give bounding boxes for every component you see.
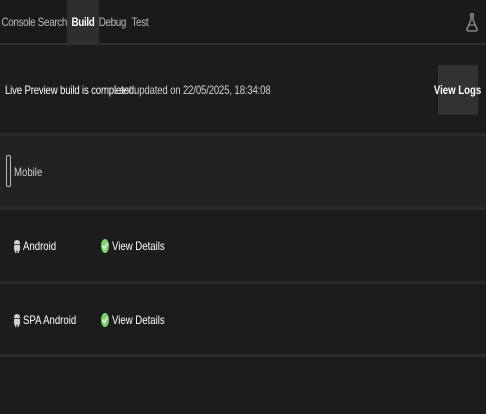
tab-test[interactable]: Test	[126, 0, 154, 43]
mobile-section-header	[0, 136, 486, 208]
last-updated-text: Last updated on 22/05/2025, 18:34:08	[114, 83, 271, 97]
view-logs-button[interactable]: View Logs	[434, 65, 482, 115]
tab-debug[interactable]: Debug	[96, 0, 129, 43]
divider	[0, 354, 486, 357]
check-circle-icon	[101, 238, 109, 254]
view-logs-label: View Logs	[434, 83, 482, 97]
platform-label: SPA Android	[23, 313, 77, 327]
view-details-link[interactable]: View Details	[112, 239, 165, 253]
build-panel: Console Search Build Debug Test Live Pre…	[0, 0, 486, 414]
flask-icon[interactable]	[464, 12, 480, 34]
platform-label: Android	[23, 239, 57, 253]
tab-bar: Console Search Build Debug Test	[0, 0, 486, 45]
tab-search[interactable]: Search	[36, 0, 69, 43]
tab-build-label: Build	[71, 14, 95, 29]
mobile-phone-icon	[6, 155, 11, 187]
platform-row-android	[0, 210, 486, 282]
view-details-link[interactable]: View Details	[112, 313, 165, 327]
tab-build[interactable]: Build	[67, 0, 99, 43]
section-label: Mobile	[14, 165, 43, 179]
tab-console[interactable]: Console	[2, 0, 36, 43]
android-icon	[13, 238, 21, 254]
android-icon	[13, 312, 21, 328]
check-circle-icon	[101, 312, 109, 328]
